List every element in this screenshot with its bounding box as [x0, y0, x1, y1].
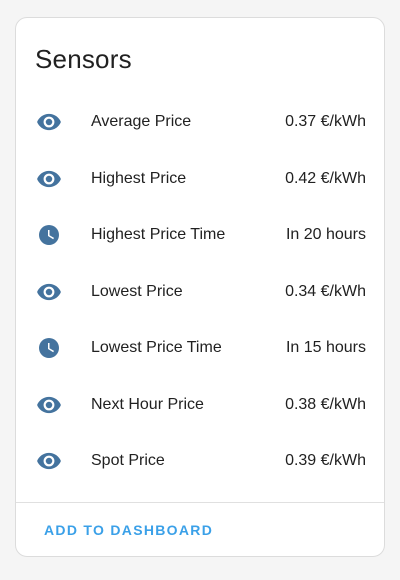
eye-icon [36, 279, 62, 305]
sensor-value: 0.38 €/kWh [285, 395, 366, 413]
sensor-label: Highest Price [91, 169, 187, 187]
sensor-label: Spot Price [91, 452, 165, 470]
card-divider [16, 502, 384, 503]
sensor-value: In 20 hours [285, 226, 366, 244]
sensor-value: In 15 hours [285, 339, 366, 357]
eye-icon [36, 166, 62, 192]
sensor-row-lowest-price[interactable]: Lowest Price 0.34 €/kWh [16, 264, 384, 321]
sensor-value: 0.37 €/kWh [285, 113, 366, 131]
sensor-value: 0.42 €/kWh [285, 169, 366, 187]
clock-icon [36, 222, 62, 248]
eye-icon [36, 448, 62, 474]
sensor-list: Average Price 0.37 €/kWh Highest Price 0… [16, 94, 384, 490]
sensor-row-spot-price[interactable]: Spot Price 0.39 €/kWh [16, 433, 384, 490]
eye-icon [36, 392, 62, 418]
sensor-value: 0.34 €/kWh [285, 282, 366, 300]
sensor-row-highest-price[interactable]: Highest Price 0.42 €/kWh [16, 151, 384, 208]
sensor-label: Highest Price Time [91, 226, 226, 244]
sensor-row-average-price[interactable]: Average Price 0.37 €/kWh [16, 94, 384, 151]
add-to-dashboard-button[interactable]: ADD TO DASHBOARD [44, 522, 213, 538]
eye-icon [36, 109, 62, 135]
clock-icon [36, 335, 62, 361]
sensor-row-highest-price-time[interactable]: Highest Price Time In 20 hours [16, 207, 384, 264]
sensors-card: Sensors Average Price 0.37 €/kWh Highest… [15, 17, 385, 557]
sensor-value: 0.39 €/kWh [285, 452, 366, 470]
sensor-row-lowest-price-time[interactable]: Lowest Price Time In 15 hours [16, 320, 384, 377]
sensor-label: Lowest Price [91, 282, 183, 300]
sensor-label: Average Price [91, 113, 192, 131]
sensor-row-next-hour-price[interactable]: Next Hour Price 0.38 €/kWh [16, 377, 384, 434]
sensor-label: Lowest Price Time [91, 339, 222, 357]
card-title: Sensors [35, 44, 132, 74]
sensor-label: Next Hour Price [91, 395, 204, 413]
